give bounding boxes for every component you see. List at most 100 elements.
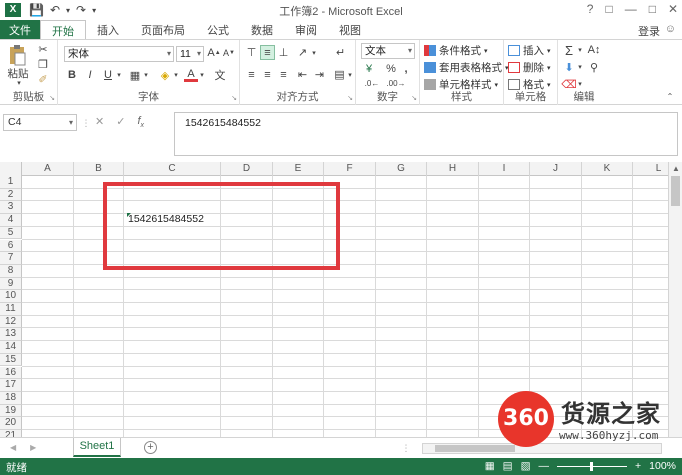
cut-icon[interactable]: ✂ xyxy=(36,42,50,56)
percent-icon[interactable]: % xyxy=(385,62,397,76)
align-right-icon[interactable]: ≡ xyxy=(276,67,291,82)
border-dropdown-icon[interactable]: ▾ xyxy=(142,68,150,82)
formula-input[interactable]: 1542615484552 xyxy=(174,112,678,156)
align-bottom-icon[interactable]: ⊥ xyxy=(276,45,291,60)
scroll-up-icon[interactable]: ▲ xyxy=(672,164,680,173)
row-header-19[interactable]: 19 xyxy=(0,404,22,418)
row-header-1[interactable]: 1 xyxy=(0,176,22,189)
row-header-4[interactable]: 4 xyxy=(0,214,22,227)
clipboard-launcher-icon[interactable]: ↘ xyxy=(49,94,55,102)
row-header-12[interactable]: 12 xyxy=(0,315,22,329)
number-launcher-icon[interactable]: ↘ xyxy=(411,94,417,102)
format-as-table-button[interactable]: 套用表格格式 ▾ xyxy=(424,60,509,75)
font-size-select[interactable]: 11 ▾ xyxy=(176,46,204,62)
tab-splitter-icon[interactable]: ⋮ xyxy=(402,442,411,454)
select-all-corner[interactable] xyxy=(0,162,22,176)
zoom-level[interactable]: 100% xyxy=(649,460,676,472)
conditional-formatting-button[interactable]: 条件格式 ▾ xyxy=(424,43,488,58)
merge-center-icon[interactable]: ▤ xyxy=(332,67,347,82)
fill-icon[interactable]: ⬇ xyxy=(562,60,576,74)
page-break-view-icon[interactable]: ▧ xyxy=(521,460,531,472)
page-layout-view-icon[interactable]: ▤ xyxy=(503,460,513,472)
maximize-icon[interactable]: □ xyxy=(649,2,656,16)
redo-icon[interactable]: ↷ xyxy=(76,3,86,17)
grow-font-icon[interactable]: A ▲ xyxy=(207,46,220,60)
delete-cells-button[interactable]: 删除 ▾ xyxy=(508,60,551,75)
orientation-dropdown-icon[interactable]: ▾ xyxy=(310,45,318,60)
minimize-icon[interactable]: — xyxy=(625,2,637,16)
merge-dropdown-icon[interactable]: ▾ xyxy=(346,67,354,82)
row-header-7[interactable]: 7 xyxy=(0,252,22,265)
column-header-a[interactable]: A xyxy=(22,162,74,176)
column-header-c[interactable]: C xyxy=(124,162,221,176)
column-header-e[interactable]: E xyxy=(273,162,324,176)
column-header-b[interactable]: B xyxy=(74,162,124,176)
phonetic-icon[interactable]: 文 xyxy=(213,68,227,82)
find-select-icon[interactable]: ⚲ xyxy=(586,60,602,74)
confirm-entry-icon[interactable]: ✓ xyxy=(116,115,125,129)
row-header-17[interactable]: 17 xyxy=(0,379,22,392)
alignment-launcher-icon[interactable]: ↘ xyxy=(347,94,353,102)
autosum-dropdown-icon[interactable]: ▾ xyxy=(576,43,584,57)
insert-function-icon[interactable]: fx xyxy=(137,115,144,129)
decrease-decimal-icon[interactable]: .00→ xyxy=(386,77,406,89)
vertical-scroll-thumb[interactable] xyxy=(671,176,680,206)
ribbon-display-icon[interactable]: □ xyxy=(605,2,612,16)
zoom-slider-thumb[interactable] xyxy=(590,461,593,471)
help-icon[interactable]: ? xyxy=(587,2,594,16)
column-header-g[interactable]: G xyxy=(376,162,427,176)
wrap-text-icon[interactable]: ↵ xyxy=(333,45,348,60)
column-header-l[interactable]: L xyxy=(633,162,668,176)
undo-dropdown-icon[interactable]: ▾ xyxy=(66,6,70,15)
insert-cells-button[interactable]: 插入 ▾ xyxy=(508,43,551,58)
new-sheet-icon[interactable]: + xyxy=(144,441,157,454)
login-link[interactable]: 登录 xyxy=(638,23,660,39)
comma-style-icon[interactable]: , xyxy=(400,62,412,76)
normal-view-icon[interactable]: ▦ xyxy=(485,460,495,472)
row-header-9[interactable]: 9 xyxy=(0,277,22,291)
collapse-ribbon-icon[interactable]: ⌃ xyxy=(664,90,676,102)
border-icon[interactable]: ▦ xyxy=(128,68,142,82)
close-icon[interactable]: ✕ xyxy=(668,2,678,16)
row-header-2[interactable]: 2 xyxy=(0,188,22,202)
tab-insert[interactable]: 插入 xyxy=(86,20,130,39)
align-left-icon[interactable]: ≡ xyxy=(244,67,259,82)
paste-dropdown-icon[interactable]: ▾ xyxy=(15,79,23,87)
fill-color-dropdown-icon[interactable]: ▾ xyxy=(172,68,180,82)
customize-qat-icon[interactable]: ▾ xyxy=(92,6,96,15)
underline-dropdown-icon[interactable]: ▾ xyxy=(115,68,123,82)
copy-icon[interactable]: ❐ xyxy=(36,57,50,71)
autosum-icon[interactable]: Σ xyxy=(562,43,576,58)
column-header-i[interactable]: I xyxy=(479,162,530,176)
prev-sheet-icon[interactable]: ◀ xyxy=(10,443,16,452)
next-sheet-icon[interactable]: ▶ xyxy=(30,443,36,452)
feedback-icon[interactable]: ☺ xyxy=(665,23,676,35)
tab-view[interactable]: 视图 xyxy=(328,20,372,39)
font-color-icon[interactable]: A xyxy=(184,68,198,82)
column-header-h[interactable]: H xyxy=(427,162,479,176)
row-header-6[interactable]: 6 xyxy=(0,239,22,253)
row-header-16[interactable]: 16 xyxy=(0,366,22,380)
zoom-in-icon[interactable]: + xyxy=(635,460,641,472)
row-header-18[interactable]: 18 xyxy=(0,391,22,405)
row-header-20[interactable]: 20 xyxy=(0,417,22,430)
row-header-8[interactable]: 8 xyxy=(0,264,22,278)
paste-icon[interactable] xyxy=(6,43,28,67)
number-format-select[interactable]: 文本 ▾ xyxy=(361,43,415,59)
orientation-icon[interactable]: ↗ xyxy=(295,45,310,60)
tab-formulas[interactable]: 公式 xyxy=(196,20,240,39)
font-name-select[interactable]: 宋体 ▾ xyxy=(64,46,174,62)
row-header-5[interactable]: 5 xyxy=(0,226,22,240)
row-header-3[interactable]: 3 xyxy=(0,201,22,215)
sheet-tab-sheet1[interactable]: Sheet1 xyxy=(73,438,121,457)
column-header-f[interactable]: F xyxy=(324,162,376,176)
row-header-21[interactable]: 21 xyxy=(0,430,22,437)
align-middle-icon[interactable]: ≡ xyxy=(260,45,275,60)
row-header-14[interactable]: 14 xyxy=(0,341,22,354)
row-header-15[interactable]: 15 xyxy=(0,353,22,367)
decrease-indent-icon[interactable]: ⇤ xyxy=(295,67,310,82)
tab-home[interactable]: 开始 xyxy=(40,20,86,40)
paste-button[interactable]: 粘贴 xyxy=(6,67,30,80)
tab-page-layout[interactable]: 页面布局 xyxy=(130,20,196,39)
bold-icon[interactable]: B xyxy=(66,68,78,82)
